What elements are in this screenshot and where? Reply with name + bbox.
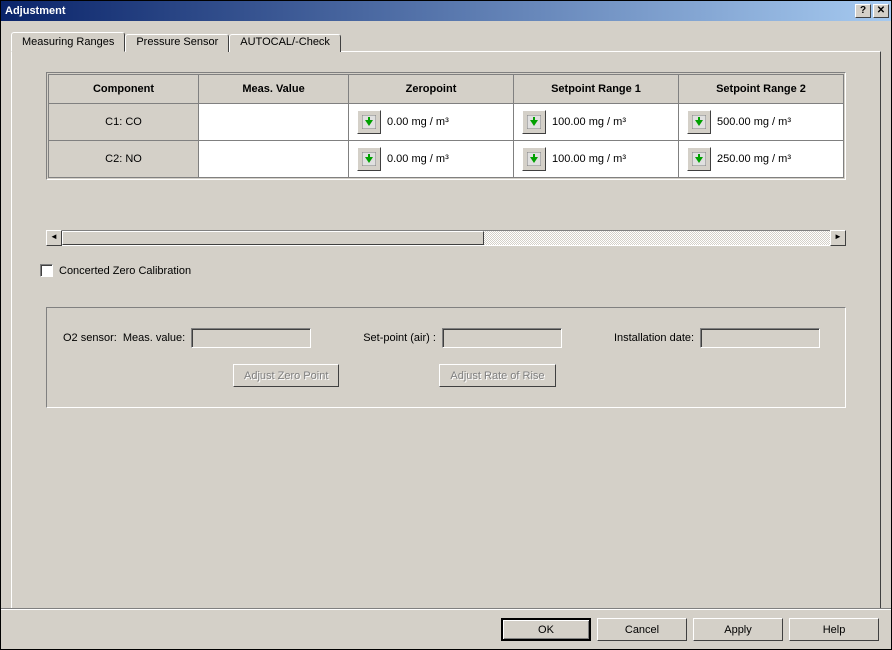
scroll-thumb[interactable]: [62, 231, 484, 245]
button-label: Adjust Rate of Rise: [450, 370, 544, 382]
tab-pressure-sensor[interactable]: Pressure Sensor: [125, 34, 229, 52]
component-cell: C1: CO: [49, 104, 199, 141]
window-title: Adjustment: [5, 5, 855, 17]
o2-meas-value-label: Meas. value:: [123, 332, 185, 344]
scroll-left-button[interactable]: ◄: [46, 230, 62, 246]
concerted-zero-row: Concerted Zero Calibration: [40, 264, 860, 277]
button-label: OK: [538, 624, 554, 636]
o2-sensor-group: O2 sensor: Meas. value: Set-point (air) …: [46, 307, 846, 408]
dialog-footer: OK Cancel Apply Help: [1, 609, 891, 649]
col-meas-value: Meas. Value: [199, 75, 349, 104]
download-arrow-icon: [527, 152, 541, 166]
setpoint2-value: 500.00 mg / m³: [717, 116, 791, 128]
ok-button[interactable]: OK: [501, 618, 591, 641]
content-area: Measuring Ranges Pressure Sensor AUTOCAL…: [1, 21, 891, 609]
col-setpoint1: Setpoint Range 1: [514, 75, 679, 104]
zeropoint-value: 0.00 mg / m³: [387, 153, 449, 165]
o2-setpoint-field[interactable]: [442, 328, 562, 348]
meas-value-cell[interactable]: [199, 141, 349, 178]
tab-autocal-check[interactable]: AUTOCAL/-Check: [229, 34, 341, 52]
zeropoint-value: 0.00 mg / m³: [387, 116, 449, 128]
scroll-right-button[interactable]: ►: [830, 230, 846, 246]
col-component: Component: [49, 75, 199, 104]
tab-measuring-ranges[interactable]: Measuring Ranges: [11, 32, 125, 52]
setpoint1-value: 100.00 mg / m³: [552, 116, 626, 128]
adjust-zero-point-button[interactable]: Adjust Zero Point: [233, 364, 339, 387]
tab-label: Measuring Ranges: [22, 36, 114, 48]
calibrate-zeropoint-button[interactable]: [357, 147, 381, 171]
scroll-track[interactable]: [62, 230, 830, 246]
tab-label: AUTOCAL/-Check: [240, 36, 330, 48]
close-titlebar-button[interactable]: ✕: [873, 4, 889, 18]
setpoint1-value: 100.00 mg / m³: [552, 153, 626, 165]
setpoint1-cell: 100.00 mg / m³: [514, 104, 679, 141]
col-setpoint2: Setpoint Range 2: [679, 75, 844, 104]
o2-sensor-label: O2 sensor:: [63, 332, 117, 344]
apply-button[interactable]: Apply: [693, 618, 783, 641]
zeropoint-cell: 0.00 mg / m³: [349, 141, 514, 178]
table-row: C2: NO 0.00 mg / m³ 100.00 mg / m³ 250.00 m…: [49, 141, 844, 178]
download-arrow-icon: [692, 115, 706, 129]
o2-setpoint-label: Set-point (air) :: [363, 332, 436, 344]
setpoint2-value: 250.00 mg / m³: [717, 153, 791, 165]
ranges-table-container: Component Meas. Value Zeropoint Setpoint…: [46, 72, 846, 180]
download-arrow-icon: [362, 115, 376, 129]
tab-strip: Measuring Ranges Pressure Sensor AUTOCAL…: [11, 32, 881, 52]
component-cell: C2: NO: [49, 141, 199, 178]
calibrate-setpoint1-button[interactable]: [522, 110, 546, 134]
o2-fields-row: O2 sensor: Meas. value: Set-point (air) …: [63, 328, 829, 348]
button-label: Apply: [724, 624, 752, 636]
setpoint1-cell: 100.00 mg / m³: [514, 141, 679, 178]
button-label: Cancel: [625, 624, 659, 636]
o2-install-label: Installation date:: [614, 332, 694, 344]
o2-meas-value-field[interactable]: [191, 328, 311, 348]
meas-value-cell[interactable]: [199, 104, 349, 141]
horizontal-scrollbar[interactable]: ◄ ►: [46, 230, 846, 246]
col-zeropoint: Zeropoint: [349, 75, 514, 104]
concerted-zero-checkbox[interactable]: [40, 264, 53, 277]
adjust-rate-of-rise-button[interactable]: Adjust Rate of Rise: [439, 364, 555, 387]
download-arrow-icon: [362, 152, 376, 166]
help-titlebar-button[interactable]: ?: [855, 4, 871, 18]
o2-install-date-field[interactable]: [700, 328, 820, 348]
setpoint2-cell: 500.00 mg / m³: [679, 104, 844, 141]
button-label: Help: [823, 624, 846, 636]
cancel-button[interactable]: Cancel: [597, 618, 687, 641]
calibrate-setpoint2-button[interactable]: [687, 110, 711, 134]
tab-panel-measuring-ranges: Component Meas. Value Zeropoint Setpoint…: [11, 51, 881, 609]
concerted-zero-label: Concerted Zero Calibration: [59, 265, 191, 277]
button-label: Adjust Zero Point: [244, 370, 328, 382]
download-arrow-icon: [527, 115, 541, 129]
tab-label: Pressure Sensor: [136, 36, 218, 48]
calibrate-setpoint2-button[interactable]: [687, 147, 711, 171]
calibrate-zeropoint-button[interactable]: [357, 110, 381, 134]
setpoint2-cell: 250.00 mg / m³: [679, 141, 844, 178]
download-arrow-icon: [692, 152, 706, 166]
titlebar: Adjustment ? ✕: [1, 1, 891, 21]
adjustment-dialog: Adjustment ? ✕ Measuring Ranges Pressure…: [0, 0, 892, 650]
calibrate-setpoint1-button[interactable]: [522, 147, 546, 171]
zeropoint-cell: 0.00 mg / m³: [349, 104, 514, 141]
o2-buttons-row: Adjust Zero Point Adjust Rate of Rise: [233, 364, 829, 387]
ranges-table: Component Meas. Value Zeropoint Setpoint…: [48, 74, 844, 178]
table-row: C1: CO 0.00 mg / m³ 100.00 mg / m³ 500.00 m…: [49, 104, 844, 141]
help-button[interactable]: Help: [789, 618, 879, 641]
